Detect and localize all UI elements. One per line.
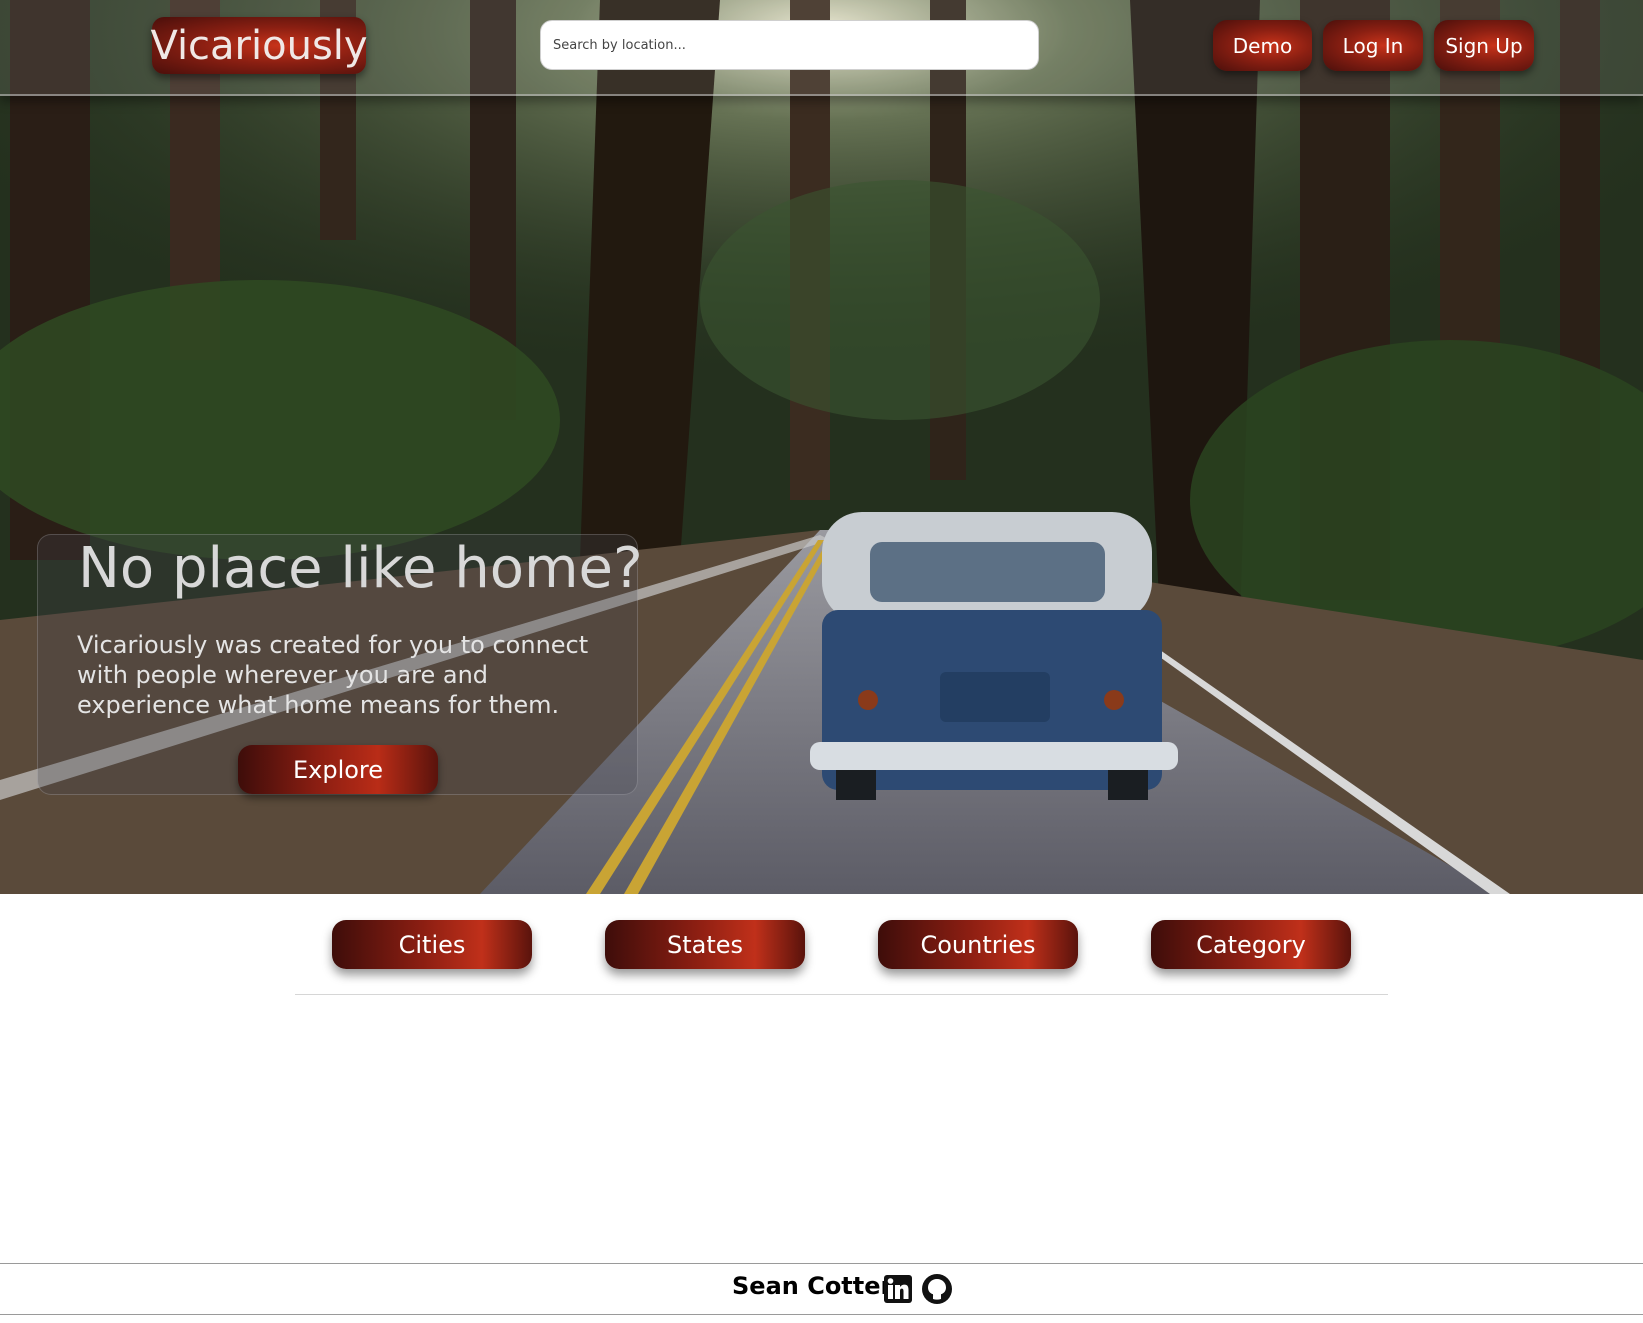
login-button[interactable]: Log In xyxy=(1323,20,1423,71)
cities-button[interactable]: Cities xyxy=(332,920,532,969)
footer-author-name: Sean Cotter xyxy=(732,1272,893,1300)
category-button[interactable]: Category xyxy=(1151,920,1351,969)
logo[interactable]: Vicariously xyxy=(150,17,368,74)
divider xyxy=(295,994,1388,995)
countries-button[interactable]: Countries xyxy=(878,920,1078,969)
states-button[interactable]: States xyxy=(605,920,805,969)
hero-heading: No place like home? xyxy=(78,536,643,601)
signup-button[interactable]: Sign Up xyxy=(1434,20,1534,71)
linkedin-icon[interactable] xyxy=(884,1275,912,1303)
hero-description: Vicariously was created for you to conne… xyxy=(77,631,589,719)
github-icon[interactable] xyxy=(921,1273,953,1305)
explore-button[interactable]: Explore xyxy=(238,745,438,794)
search-input[interactable] xyxy=(540,20,1039,70)
demo-button[interactable]: Demo xyxy=(1213,20,1312,71)
